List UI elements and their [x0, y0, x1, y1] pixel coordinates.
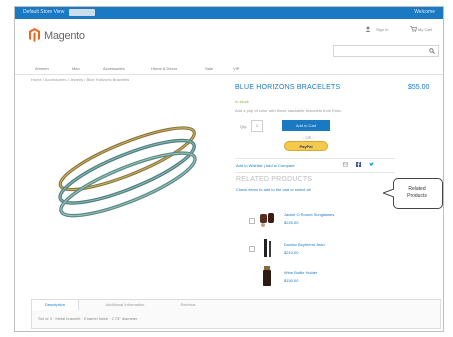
callout-text: Related Products: [393, 186, 441, 200]
screenshot-frame: Default Store View Welcome Magento Sign …: [14, 6, 444, 332]
nav-item-men[interactable]: Men: [72, 66, 80, 71]
tab-description[interactable]: Description: [32, 300, 79, 310]
related-item-name[interactable]: Jackie O Round Sunglasses: [284, 212, 334, 217]
store-selector[interactable]: [69, 9, 95, 16]
product-price: $55.00: [408, 84, 430, 91]
qty-label: Qty:: [240, 124, 248, 129]
account-icon[interactable]: [365, 26, 371, 32]
nav-item-women[interactable]: Women: [35, 66, 49, 71]
tab-additional-information[interactable]: Additional Information: [90, 300, 160, 310]
facebook-icon[interactable]: [356, 162, 361, 167]
nav-item-home-decor[interactable]: Home & Decor: [151, 66, 177, 71]
related-item-price: $150.00: [284, 278, 299, 283]
nav-item-vip[interactable]: VIP: [233, 66, 239, 71]
product-title: BLUE HORIZONS BRACELETS: [235, 84, 341, 91]
or-label: - OR -: [303, 135, 314, 140]
main-nav: Women Men Accessories Home & Decor Sale …: [15, 63, 443, 75]
wishlist-compare-links[interactable]: Add to Wishlist | Add to Compare: [236, 163, 295, 168]
twitter-icon[interactable]: [369, 162, 374, 167]
welcome-text: Welcome: [414, 9, 435, 15]
related-products-heading: RELATED PRODUCTS: [236, 176, 313, 183]
tab-reviews[interactable]: Reviews: [168, 300, 208, 310]
qty-input[interactable]: 1: [251, 120, 263, 132]
search-icon[interactable]: [429, 48, 435, 54]
product-description: Add a pop of color with these stackable …: [235, 108, 342, 113]
related-item-image[interactable]: [258, 210, 276, 230]
email-icon[interactable]: [343, 162, 348, 167]
tab-content: Set of 3 · Metal bracelet · Enamel finis…: [38, 316, 138, 321]
add-to-cart-button[interactable]: Add to Cart: [282, 120, 330, 131]
related-item-checkbox[interactable]: [249, 218, 255, 224]
related-item-image[interactable]: [258, 266, 276, 286]
store-label: Default Store View: [23, 9, 65, 15]
related-item-name[interactable]: Dumbo Boyfriend Jean: [284, 242, 325, 247]
cart-icon[interactable]: [410, 26, 417, 32]
related-item-price: $210.00: [284, 250, 299, 255]
logo-text: Magento: [44, 30, 85, 42]
product-image[interactable]: [37, 99, 217, 244]
cart-label[interactable]: My Cart: [418, 27, 432, 32]
divider: [235, 172, 395, 173]
top-bar: Default Store View Welcome: [15, 7, 443, 19]
related-products-subtitle[interactable]: Check items to add to the cart or select…: [236, 187, 310, 192]
product-tabs: Description Additional Information Revie…: [31, 299, 441, 329]
callout-line: Related: [408, 186, 426, 192]
callout-line: Products: [407, 193, 427, 199]
nav-item-accessories[interactable]: Accessories: [103, 66, 125, 71]
related-item-price: $225.00: [284, 220, 299, 225]
breadcrumb[interactable]: Home / Accessories / Jewelry / Blue Hori…: [31, 77, 129, 82]
related-item-checkbox[interactable]: [249, 246, 255, 252]
nav-item-sale[interactable]: Sale: [205, 66, 213, 71]
related-item-name[interactable]: Wine Bottle Holder: [284, 270, 317, 275]
divider: [235, 158, 395, 159]
search-input[interactable]: [333, 45, 439, 57]
related-item-image[interactable]: [258, 238, 276, 258]
paypal-button[interactable]: PayPal: [284, 141, 328, 151]
sign-in-link[interactable]: Sign In: [376, 27, 388, 32]
stock-status: In stock: [235, 99, 249, 104]
magento-logo-icon: [29, 28, 40, 42]
